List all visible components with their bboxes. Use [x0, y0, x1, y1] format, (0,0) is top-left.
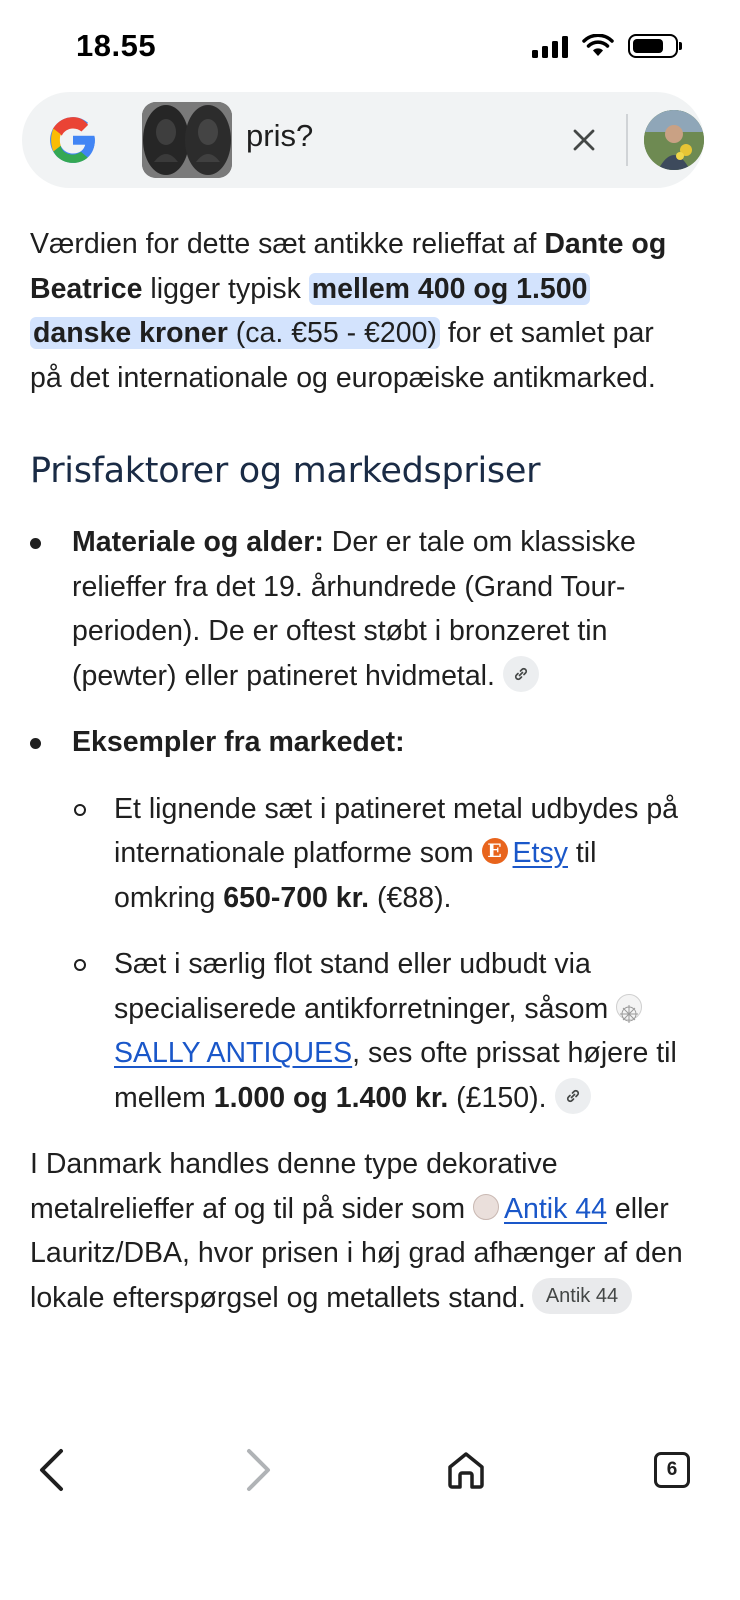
link-icon [566, 1089, 579, 1102]
bullet-dot [30, 738, 41, 749]
bullet-dot [30, 538, 41, 549]
search-bar[interactable]: pris? [22, 92, 704, 188]
close-icon [573, 129, 595, 151]
query-image-thumbnail[interactable] [142, 102, 232, 178]
tabs-count-icon: 6 [654, 1452, 690, 1488]
status-icons [532, 34, 682, 58]
tabs-button[interactable]: 6 [642, 1440, 702, 1500]
chevron-right-icon [247, 1449, 270, 1491]
intro-text-2: ligger typisk [142, 272, 309, 305]
home-icon [448, 1452, 484, 1489]
status-bar: 18.55 [0, 0, 740, 90]
price-range-euro: (ca. €55 - €200) [227, 317, 437, 349]
price-bold: 650-700 kr. [223, 881, 370, 914]
account-avatar[interactable] [644, 110, 704, 170]
status-time: 18.55 [76, 28, 157, 63]
sub-bullet-list: Et lignende sæt i patineret metal udbyde… [72, 787, 690, 1121]
sub-list-item: Sæt i særlig flot stand eller udbudt via… [72, 942, 690, 1120]
home-button[interactable] [436, 1440, 496, 1500]
sally-antiques-link[interactable]: SALLY ANTIQUES [114, 1037, 352, 1069]
source-link-button[interactable] [554, 1077, 591, 1114]
source-link-button[interactable] [502, 655, 539, 692]
forward-button[interactable] [228, 1440, 288, 1500]
bullet-label: Eksempler fra markedet: [72, 726, 405, 758]
sub-list-item: Et lignende sæt i patineret metal udbyde… [72, 787, 690, 921]
sub-bullet-ring [74, 803, 86, 816]
battery-icon [628, 34, 682, 58]
antik44-favicon-icon [473, 1193, 500, 1220]
wifi-icon [582, 34, 614, 56]
source-chip-antik44[interactable]: Antik 44 [531, 1277, 633, 1314]
cellular-signal-icon [532, 34, 568, 58]
price-bold: 1.000 og 1.400 kr. [213, 1081, 449, 1114]
sub-bullet-ring [74, 959, 86, 971]
bullet-label: Materiale og alder: [72, 526, 324, 558]
link-icon [514, 667, 527, 680]
sally-antiques-favicon-icon [616, 993, 643, 1023]
sub-text: (£150). [448, 1081, 547, 1114]
chevron-left-icon [40, 1449, 63, 1491]
clear-search-button[interactable] [562, 116, 606, 164]
antik44-link[interactable]: Antik 44 [504, 1193, 607, 1225]
google-logo-icon[interactable] [48, 115, 98, 165]
list-item: Materiale og alder: Der er tale om klass… [30, 520, 690, 698]
search-divider [626, 114, 628, 166]
denmark-paragraph: I Danmark handles denne type dekorative … [30, 1142, 690, 1320]
etsy-link[interactable]: Etsy [513, 837, 568, 869]
ai-answer: Værdien for dette sæt antikke relieffat … [30, 222, 690, 1320]
search-query-text[interactable]: pris? [246, 118, 313, 154]
intro-paragraph: Værdien for dette sæt antikke relieffat … [30, 222, 690, 400]
sub-text: Sæt i særlig flot stand eller udbudt via… [114, 948, 617, 1025]
intro-text: Værdien for dette sæt antikke relieffat … [30, 228, 545, 260]
etsy-favicon-icon: E [481, 838, 508, 865]
bottom-navigation: 6 [0, 1420, 740, 1600]
section-heading: Prisfaktorer og markedspriser [30, 451, 541, 491]
sub-text: (€88). [369, 881, 452, 914]
list-item: Eksempler fra markedet: Et lignende sæt … [30, 720, 690, 1120]
bullet-list: Materiale og alder: Der er tale om klass… [30, 520, 690, 1120]
back-button[interactable] [22, 1440, 82, 1500]
